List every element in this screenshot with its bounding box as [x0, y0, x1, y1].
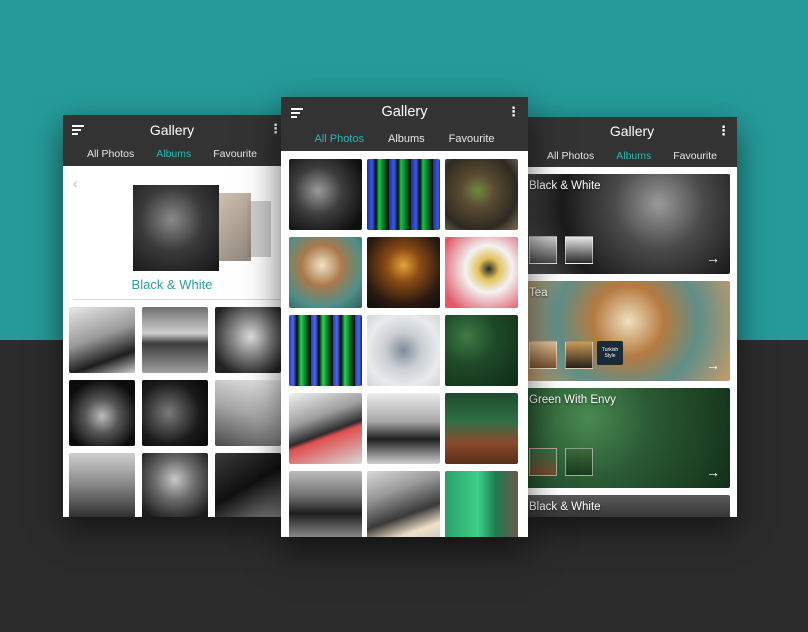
album-stack-photo [215, 193, 251, 261]
photo-thumbnail[interactable] [289, 237, 362, 308]
photo-thumbnail[interactable] [289, 393, 362, 464]
photo-thumbnail[interactable] [445, 159, 518, 230]
photo-thumbnail[interactable] [142, 453, 208, 517]
photo-thumbnail[interactable] [367, 237, 440, 308]
photo-thumbnail[interactable] [215, 307, 281, 373]
photo-thumbnail[interactable] [69, 380, 135, 446]
arrow-right-icon[interactable]: → [706, 250, 720, 266]
album-card-green-with-envy[interactable]: Green With Envy → [527, 388, 730, 488]
photo-thumbnail[interactable] [445, 471, 518, 537]
tab-favourite[interactable]: Favourite [449, 133, 495, 145]
photo-thumbnail[interactable] [367, 471, 440, 537]
photo-thumbnail[interactable] [445, 237, 518, 308]
tab-all-photos[interactable]: All Photos [314, 133, 364, 145]
album-card-title: Green With Envy [529, 394, 616, 406]
photo-thumbnail[interactable] [142, 380, 208, 446]
album-card-title: Black & White [529, 180, 601, 192]
photo-thumbnail[interactable] [289, 315, 362, 386]
album-card-thumbnail [565, 341, 593, 369]
album-card-thumbnail [565, 236, 593, 264]
photo-thumbnail[interactable] [367, 159, 440, 230]
tab-all-photos[interactable]: All Photos [547, 150, 594, 162]
tab-albums[interactable]: Albums [156, 148, 191, 160]
tab-favourite[interactable]: Favourite [673, 150, 717, 162]
tab-all-photos[interactable]: All Photos [87, 148, 134, 160]
app-bar: Gallery ⋮ All Photos Albums Favourite [527, 117, 737, 167]
tab-bar: All Photos Albums Favourite [63, 148, 281, 160]
phone-albums-list: Gallery ⋮ All Photos Albums Favourite Bl… [527, 117, 737, 517]
photo-thumbnail[interactable] [215, 453, 281, 517]
more-vert-icon[interactable]: ⋮ [507, 104, 520, 120]
tab-albums[interactable]: Albums [388, 133, 425, 145]
app-title: Gallery [381, 104, 428, 120]
phone-albums-detail: Gallery ⋮ All Photos Albums Favourite ‹ … [63, 115, 281, 517]
back-chevron-icon[interactable]: ‹ [73, 175, 78, 191]
tab-favourite[interactable]: Favourite [213, 148, 257, 160]
app-bar: Gallery ⋮ All Photos Albums Favourite [281, 97, 528, 151]
album-card-black-white-2[interactable]: Black & White [527, 495, 730, 517]
tea-label-tag: Turkish Style [597, 341, 623, 365]
photo-thumbnail[interactable] [69, 453, 135, 517]
tab-bar: All Photos Albums Favourite [281, 133, 528, 145]
album-title: Black & White [131, 277, 213, 292]
photo-thumbnail[interactable] [69, 307, 135, 373]
album-cover-photo[interactable] [133, 185, 219, 271]
album-card-tea[interactable]: Tea Turkish Style → [527, 281, 730, 381]
photo-thumbnail[interactable] [215, 380, 281, 446]
arrow-right-icon[interactable]: → [706, 464, 720, 480]
album-card-thumbnail [529, 341, 557, 369]
photo-thumbnail[interactable] [367, 393, 440, 464]
album-card-title: Black & White [529, 501, 601, 513]
album-card-black-white[interactable]: Black & White → [527, 174, 730, 274]
album-card-thumbnail [529, 236, 557, 264]
app-title: Gallery [149, 122, 195, 138]
more-vert-icon[interactable]: ⋮ [269, 121, 281, 137]
photo-grid [289, 159, 518, 537]
photo-thumbnail[interactable] [289, 471, 362, 537]
album-card-thumbnail [529, 448, 557, 476]
divider [73, 299, 281, 300]
app-bar: Gallery ⋮ All Photos Albums Favourite [63, 115, 281, 166]
album-card-title: Tea [529, 287, 548, 299]
phone-all-photos: Gallery ⋮ All Photos Albums Favourite [281, 97, 528, 537]
album-card-thumbnail [565, 448, 593, 476]
photo-thumbnail[interactable] [445, 393, 518, 464]
photo-grid [69, 307, 281, 517]
tab-bar: All Photos Albums Favourite [527, 150, 737, 162]
photo-thumbnail[interactable] [445, 315, 518, 386]
photo-thumbnail[interactable] [142, 307, 208, 373]
tab-albums[interactable]: Albums [616, 150, 651, 162]
arrow-right-icon[interactable]: → [706, 357, 720, 373]
photo-thumbnail[interactable] [367, 315, 440, 386]
app-title: Gallery [609, 123, 655, 139]
more-vert-icon[interactable]: ⋮ [717, 123, 730, 139]
photo-thumbnail[interactable] [289, 159, 362, 230]
